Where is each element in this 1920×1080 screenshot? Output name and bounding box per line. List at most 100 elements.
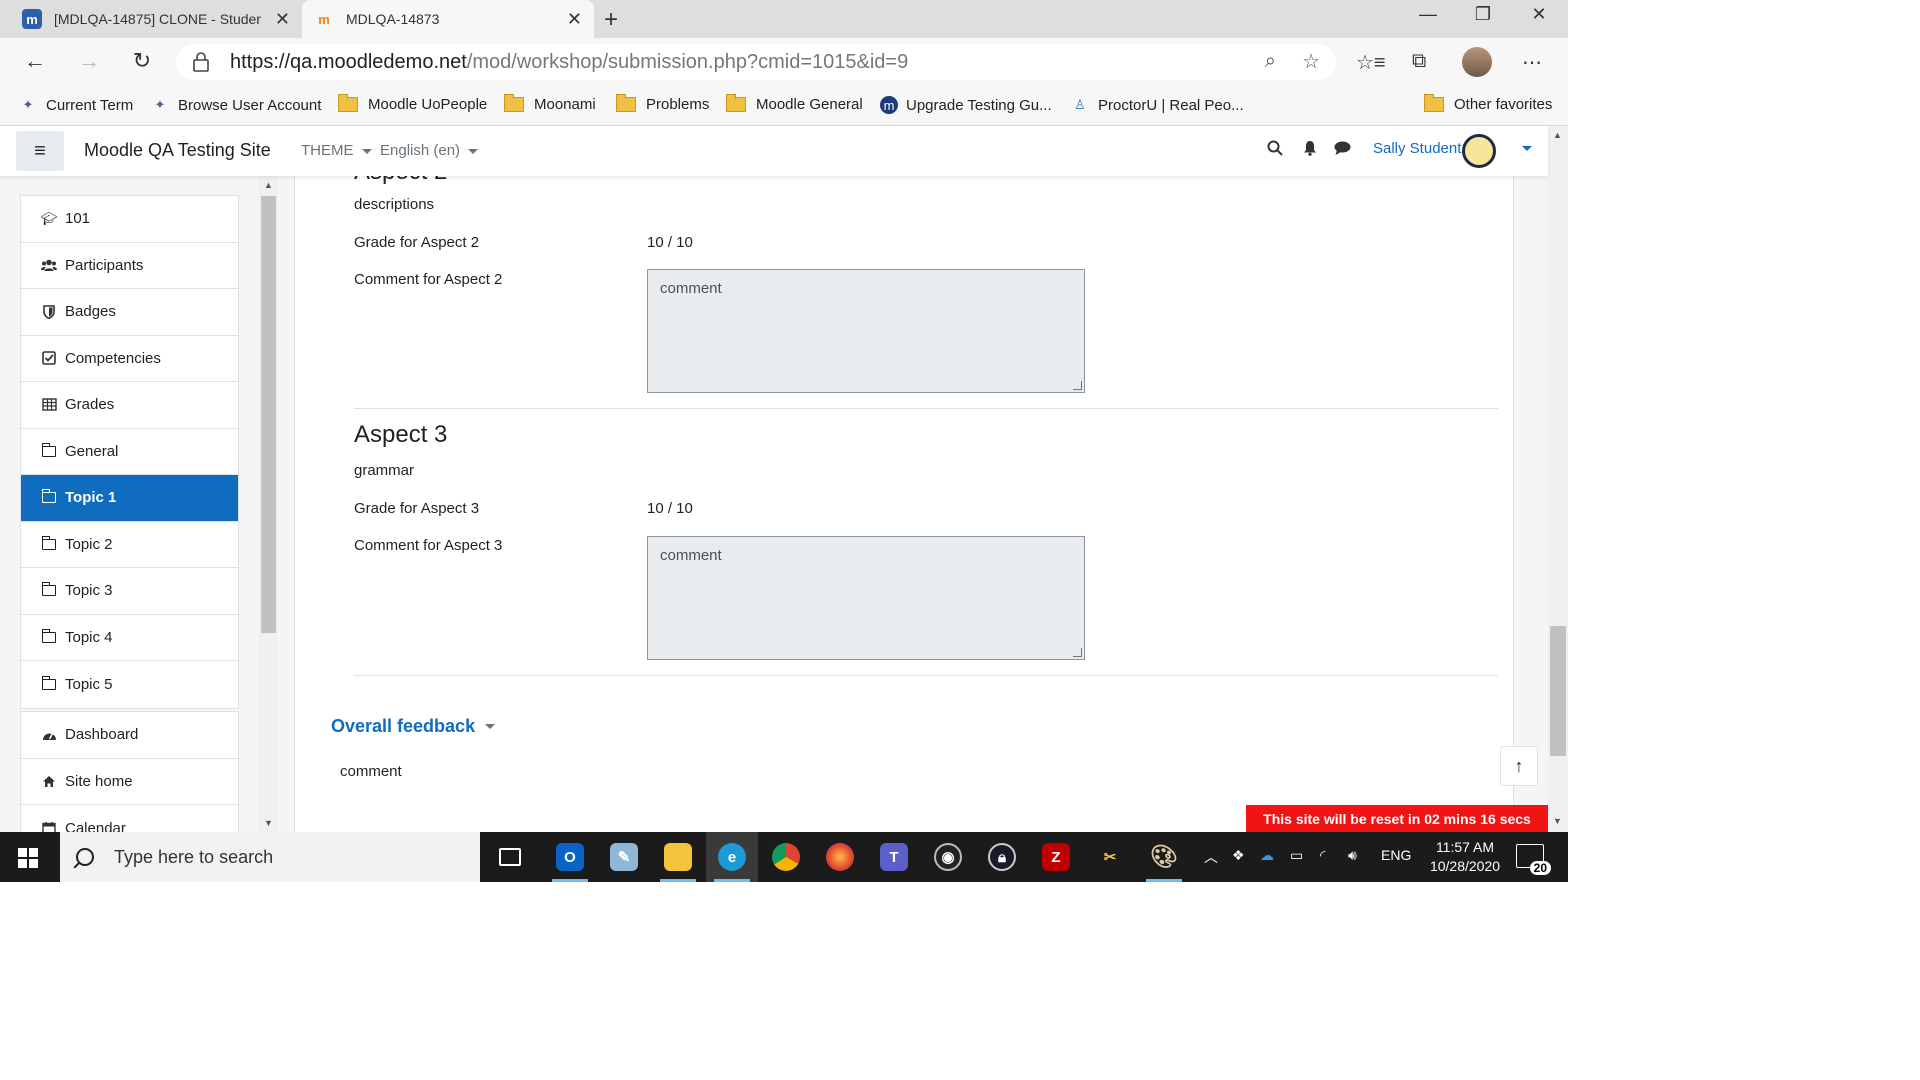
windows-taskbar: Type here to search O ✎ e T ◉ 🔒︎ Z ✂ 🎨︎ … [0,832,1568,882]
language-menu[interactable]: English (en) [380,142,479,159]
obs-app-icon[interactable]: ◉ [922,832,974,882]
bookmark-browse-user-account[interactable]: ✦ Browse User Account [150,96,322,114]
scroll-up-arrow-icon[interactable]: ▲ [264,180,273,190]
bookmark-other-favorites[interactable]: Other favorites [1424,94,1552,113]
nav-item-participants[interactable]: Participants [21,243,238,289]
browser-tab-active[interactable]: m MDLQA-14873 ✕ [302,0,594,38]
nav-item-topic-1[interactable]: Topic 1 [21,475,238,522]
bell-icon[interactable] [1302,140,1318,161]
favorite-star-icon[interactable]: ☆ [1302,49,1320,74]
bookmark-folder-problems[interactable]: Problems [616,94,709,113]
firefox-app-icon[interactable] [814,832,866,882]
file-explorer-app-icon[interactable] [652,832,704,882]
nav-item-topic-3[interactable]: Topic 3 [21,568,238,615]
nav-item-topic-2[interactable]: Topic 2 [21,522,238,568]
users-icon [41,259,57,272]
resize-grip-icon[interactable] [1073,381,1082,390]
messages-icon[interactable] [1334,140,1351,161]
outlook-app-icon[interactable]: O [544,832,596,882]
aspect-2-comment-field[interactable]: comment [647,269,1085,393]
close-tab-icon[interactable]: ✕ [567,9,582,30]
site-name[interactable]: Moodle QA Testing Site [84,140,271,161]
browser-toolbar: ← → ↻ https://qa.moodledemo.net/mod/work… [0,38,1568,88]
bookmark-proctoru[interactable]: ♙ ProctorU | Real Peo... [1070,96,1243,114]
nav-item-dashboard[interactable]: Dashboard [21,712,238,759]
nav-item-site-home[interactable]: Site home [21,759,238,805]
battery-tray-icon[interactable]: ▭ [1290,847,1303,864]
tab-title: MDLQA-14873 [346,11,440,27]
aspect-2-grade-value: 10 / 10 [647,234,693,251]
snipping-tool-app-icon[interactable]: ✂ [1084,832,1136,882]
taskbar-clock[interactable]: 11:57 AM 10/28/2020 [1420,838,1510,876]
scrollbar-thumb[interactable] [1550,626,1566,756]
favorites-list-icon[interactable]: ☆≡ [1356,50,1386,75]
onedrive-tray-icon[interactable]: ☁ [1260,847,1274,864]
page-scrollbar[interactable]: ▲ ▼ [1548,126,1568,832]
bookmark-current-term[interactable]: ✦ Current Term [18,96,134,114]
bookmark-folder-moodle-uopeople[interactable]: Moodle UoPeople [338,94,487,113]
aspect-2-description: descriptions [354,196,435,213]
volume-tray-icon[interactable]: 🔊︎ [1348,847,1357,864]
close-tab-icon[interactable]: ✕ [275,9,290,30]
back-icon[interactable]: ← [20,48,50,74]
bookmark-folder-moonami[interactable]: Moonami [504,94,596,113]
scroll-up-arrow-icon[interactable]: ▲ [1553,130,1562,140]
nav-item-competencies[interactable]: Competencies [21,336,238,382]
nav-item-calendar[interactable]: Calendar [21,805,238,832]
back-to-top-button[interactable]: ↑ [1500,746,1538,786]
scroll-down-arrow-icon[interactable]: ▼ [264,818,273,828]
nav-item-grades[interactable]: Grades [21,382,238,429]
address-bar[interactable]: https://qa.moodledemo.net/mod/workshop/s… [176,44,1336,80]
drawer-toggle-button[interactable]: ≡ [16,131,64,171]
theme-menu[interactable]: THEME [301,142,372,159]
collections-icon[interactable]: ⧉ [1412,50,1426,73]
nav-item-topic-4[interactable]: Topic 4 [21,615,238,661]
wifi-tray-icon[interactable]: ◜ [1320,847,1325,864]
paint-app-icon[interactable]: 🎨︎ [1138,832,1190,882]
zoom-icon[interactable]: ⌕ [1265,50,1276,73]
resize-grip-icon[interactable] [1073,648,1082,657]
input-language-indicator[interactable]: ENG [1381,847,1411,863]
restore-icon[interactable]: ❐ [1458,4,1508,25]
folder-icon [504,94,524,112]
bookmark-upgrade-testing[interactable]: m Upgrade Testing Gu... [880,96,1052,114]
more-menu-icon[interactable]: ⋯ [1522,50,1542,75]
filezilla-app-icon[interactable]: Z [1030,832,1082,882]
chevron-down-icon[interactable] [1522,146,1532,151]
new-tab-icon[interactable]: + [604,6,618,34]
task-view-icon[interactable] [484,832,536,882]
forward-icon[interactable]: → [74,48,104,74]
nav-item-general[interactable]: General [21,429,238,475]
close-window-icon[interactable]: ✕ [1514,4,1564,25]
edge-app-icon[interactable]: e [706,832,758,882]
vpn-lock-app-icon[interactable]: 🔒︎ [976,832,1028,882]
drawer-scrollbar[interactable]: ▲ ▼ [259,176,278,832]
minimize-icon[interactable]: — [1403,4,1453,25]
search-icon[interactable] [1267,140,1283,161]
windows-start-icon[interactable] [18,848,38,868]
browser-tab[interactable]: m [MDLQA-14875] CLONE - Studer ✕ [10,0,302,38]
show-hidden-icons-chevron-icon[interactable]: ︿ [1204,847,1218,867]
overall-feedback-toggle[interactable]: Overall feedback [331,716,496,737]
aspect-3-comment-field[interactable]: comment [647,536,1085,660]
teams-app-icon[interactable]: T [868,832,920,882]
tab-title: [MDLQA-14875] CLONE - Studer [54,11,261,27]
dropbox-tray-icon[interactable]: ❖ [1232,847,1245,864]
nav-item-course-101[interactable]: 🎓︎ 101 [21,196,238,243]
scrollbar-thumb[interactable] [261,196,276,633]
taskbar-search-box[interactable]: Type here to search [60,832,480,882]
aspect-3-grade-value: 10 / 10 [647,500,693,517]
user-name[interactable]: Sally Student [1373,140,1461,157]
chrome-app-icon[interactable] [760,832,812,882]
folder-icon [41,489,57,504]
browser-profile-avatar[interactable] [1462,47,1492,77]
refresh-icon[interactable]: ↻ [127,48,157,74]
folder-icon [41,442,57,457]
nav-item-topic-5[interactable]: Topic 5 [21,661,238,708]
action-center-icon[interactable]: 20 [1516,844,1551,875]
user-avatar[interactable] [1462,134,1496,168]
nav-item-badges[interactable]: Badges [21,289,238,336]
bookmark-folder-moodle-general[interactable]: Moodle General [726,94,863,113]
notepad-app-icon[interactable]: ✎ [598,832,650,882]
scroll-down-arrow-icon[interactable]: ▼ [1553,816,1562,826]
